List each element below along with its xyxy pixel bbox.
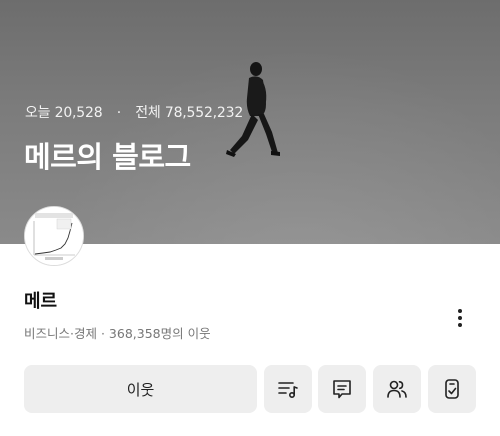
total-label: 전체 — [135, 105, 161, 121]
today-label: 오늘 — [25, 105, 51, 121]
neighbors-button[interactable] — [373, 365, 421, 413]
stats-separator: · — [116, 105, 121, 121]
avatar[interactable] — [24, 206, 84, 266]
add-neighbor-button[interactable]: 이웃 — [24, 365, 257, 413]
playlist-button[interactable] — [264, 365, 312, 413]
more-vertical-icon[interactable] — [450, 306, 470, 330]
blog-category: 비즈니스·경제 — [24, 326, 97, 341]
blog-meta: 비즈니스·경제 · 368,358명의 이웃 — [24, 323, 211, 342]
comment-button[interactable] — [318, 365, 366, 413]
blog-title[interactable]: 메르의 블로그 — [24, 134, 191, 176]
avatar-chart-thumbnail — [25, 207, 83, 265]
playlist-music-icon — [278, 382, 298, 399]
mobile-link-button[interactable] — [428, 365, 476, 413]
blogger-nickname[interactable]: 메르 — [24, 287, 57, 313]
neighbor-count[interactable]: · 368,358명의 이웃 — [101, 326, 211, 341]
visitor-stats: 오늘 20,528 · 전체 78,552,232 — [25, 102, 243, 122]
today-count: 20,528 — [54, 105, 103, 121]
total-count: 78,552,232 — [164, 105, 244, 121]
mobile-link-icon — [445, 379, 459, 399]
comment-icon — [333, 380, 351, 399]
users-icon — [387, 380, 407, 398]
cover-image: 오늘 20,528 · 전체 78,552,232 메르의 블로그 — [0, 0, 500, 244]
